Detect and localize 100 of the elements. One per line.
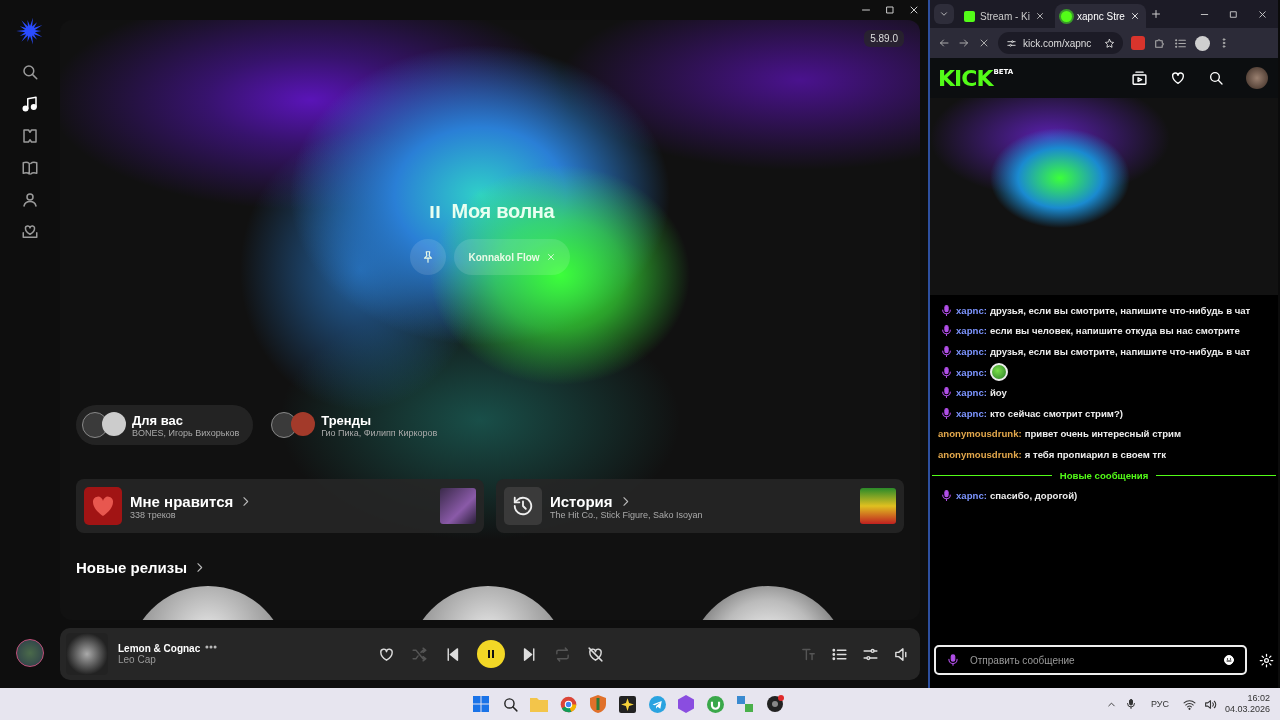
mix-artists: Гио Пика, Филипп Киркоров — [321, 427, 438, 438]
music-note-icon[interactable] — [21, 95, 39, 113]
new-tab-icon[interactable] — [1149, 8, 1162, 20]
star-icon[interactable] — [1104, 37, 1115, 49]
maximize-icon[interactable] — [1228, 8, 1239, 20]
mic-icon[interactable] — [946, 653, 960, 667]
close-icon[interactable] — [908, 4, 920, 16]
artist-photo — [291, 412, 316, 436]
message-input-field[interactable]: Отправить сообщение — [968, 653, 1215, 667]
page-icon[interactable] — [21, 127, 39, 145]
heart-icon[interactable] — [1170, 70, 1186, 86]
chat-text: йоу — [989, 387, 1007, 399]
tag-label: Konnakol Flow — [468, 251, 540, 263]
playlist-title: Мне нравится — [130, 492, 234, 510]
media-list-icon[interactable] — [1174, 36, 1187, 50]
chat-text: привет очень интересный стрим — [1024, 428, 1182, 440]
language-indicator[interactable]: РУС — [1150, 699, 1169, 709]
mix-artists: BONES, Игорь Вихорьков — [132, 427, 240, 438]
favicon-icon — [964, 10, 975, 22]
browser-icon[interactable] — [560, 695, 578, 713]
username[interactable]: anonymousdrunk: — [938, 448, 1022, 460]
album-cover — [860, 488, 896, 524]
leaf-icon[interactable] — [707, 695, 725, 713]
new-messages-label: Новые сообщения — [1059, 469, 1149, 481]
username[interactable]: xapnc: — [956, 387, 987, 399]
clock-arrow-drawing — [512, 495, 534, 517]
spark-icon[interactable] — [619, 695, 637, 713]
clock-time[interactable]: 16:02 — [1247, 693, 1270, 704]
stop-icon[interactable] — [978, 37, 990, 49]
emote-icon — [989, 363, 1008, 382]
tv-icon[interactable] — [1131, 69, 1148, 87]
user-avatar[interactable] — [1246, 67, 1268, 89]
address-bar[interactable]: kick.com/xapnc — [998, 32, 1123, 54]
volume-icon[interactable] — [1203, 697, 1217, 711]
chat-text: я тебя пропиарил в своем тгк — [1024, 448, 1166, 460]
close-icon[interactable] — [1257, 8, 1268, 20]
chat-text: спасибо, дорогой) — [989, 490, 1078, 502]
back-icon[interactable] — [938, 37, 950, 49]
disc-icon[interactable] — [765, 695, 784, 713]
username[interactable]: xapnc: — [956, 346, 987, 357]
maximize-icon[interactable] — [884, 4, 896, 16]
book-icon[interactable] — [21, 159, 39, 177]
mix-chip[interactable]: Для вас BONES, Игорь Вихорьков — [76, 405, 254, 445]
browser-tab[interactable]: xapnc Stre — [1055, 4, 1146, 28]
pin-button[interactable] — [410, 239, 447, 275]
chat-text: друзья, если вы смотрите, напишите что-нибудь в чат — [989, 346, 1251, 357]
playlist-card[interactable]: Мне нравится 338 треков — [76, 479, 484, 533]
heart-tray-icon[interactable] — [21, 223, 39, 241]
microphone-icon[interactable] — [1124, 698, 1137, 710]
username[interactable]: xapnc: — [956, 325, 987, 337]
pause-button[interactable] — [477, 640, 505, 668]
playlist-card[interactable]: История The Hit Co., Stick Figure, Sako Isoyan — [496, 479, 904, 533]
dropdown-icon[interactable] — [939, 9, 949, 19]
track-title[interactable]: Lemon & Cognac — [118, 643, 198, 654]
crossed-heart-icon[interactable] — [587, 645, 604, 663]
username[interactable]: xapnc: — [956, 407, 987, 419]
browser-tab[interactable]: Stream - Ki — [958, 4, 1051, 28]
puzzle-icon[interactable] — [1153, 36, 1166, 50]
mix-title: Для вас — [132, 412, 184, 428]
wifi-icon[interactable] — [1182, 697, 1196, 711]
section-title[interactable]: Новые релизы — [76, 559, 188, 576]
track-cover — [66, 633, 108, 675]
shield-icon[interactable] — [590, 695, 607, 713]
chat-text: если вы человек, напишите откуда вы нас смотрите — [989, 325, 1240, 337]
chat-input-box[interactable]: Отправить сообщение — [934, 645, 1247, 675]
version-label: 5.89.0 — [864, 30, 904, 47]
close-icon[interactable] — [1035, 11, 1045, 21]
network-icon[interactable] — [736, 695, 755, 713]
username[interactable]: anonymousdrunk: — [938, 428, 1022, 440]
close-icon[interactable] — [1129, 11, 1140, 21]
forward-icon[interactable] — [958, 37, 970, 49]
track-artist[interactable]: Leo Cap — [118, 654, 198, 665]
site-settings-icon[interactable] — [1006, 37, 1017, 49]
paper-plane-icon[interactable] — [648, 695, 666, 713]
person-icon[interactable] — [21, 191, 39, 209]
chat-text: кто сейчас смотрит стрим?) — [989, 407, 1123, 419]
clock-date[interactable]: 04.03.2026 — [1224, 704, 1270, 715]
settings-icon[interactable] — [1259, 652, 1274, 668]
playlist-subtitle: 338 треков — [130, 509, 176, 520]
profile-avatar[interactable] — [1195, 35, 1210, 51]
heart-icon[interactable] — [378, 645, 395, 663]
album-cover — [440, 488, 476, 524]
mix-chip[interactable]: Тренды Гио Пика, Филипп Киркоров — [265, 405, 452, 445]
url-text: kick.com/xapnc — [1023, 37, 1093, 49]
avatar[interactable] — [16, 639, 44, 667]
username[interactable]: xapnc: — [956, 490, 987, 502]
emoji-icon[interactable] — [1223, 654, 1235, 666]
search-icon[interactable] — [501, 695, 519, 713]
windows-icon[interactable] — [472, 696, 489, 712]
search-icon[interactable] — [1208, 70, 1224, 86]
hexagon-icon[interactable] — [678, 695, 695, 713]
heart-cover-icon — [84, 487, 122, 525]
username[interactable]: xapnc: — [956, 366, 987, 378]
playlist-subtitle: The Hit Co., Stick Figure, Sako Isoyan — [550, 509, 704, 520]
username[interactable]: xapnc: — [956, 304, 987, 316]
mix-title: Тренды — [321, 412, 373, 428]
chat-text: друзья, если вы смотрите, напишите что-нибудь в чат — [989, 304, 1251, 316]
pause-icon — [485, 648, 497, 660]
search-icon[interactable] — [21, 63, 39, 81]
favicon-icon — [1061, 10, 1072, 22]
